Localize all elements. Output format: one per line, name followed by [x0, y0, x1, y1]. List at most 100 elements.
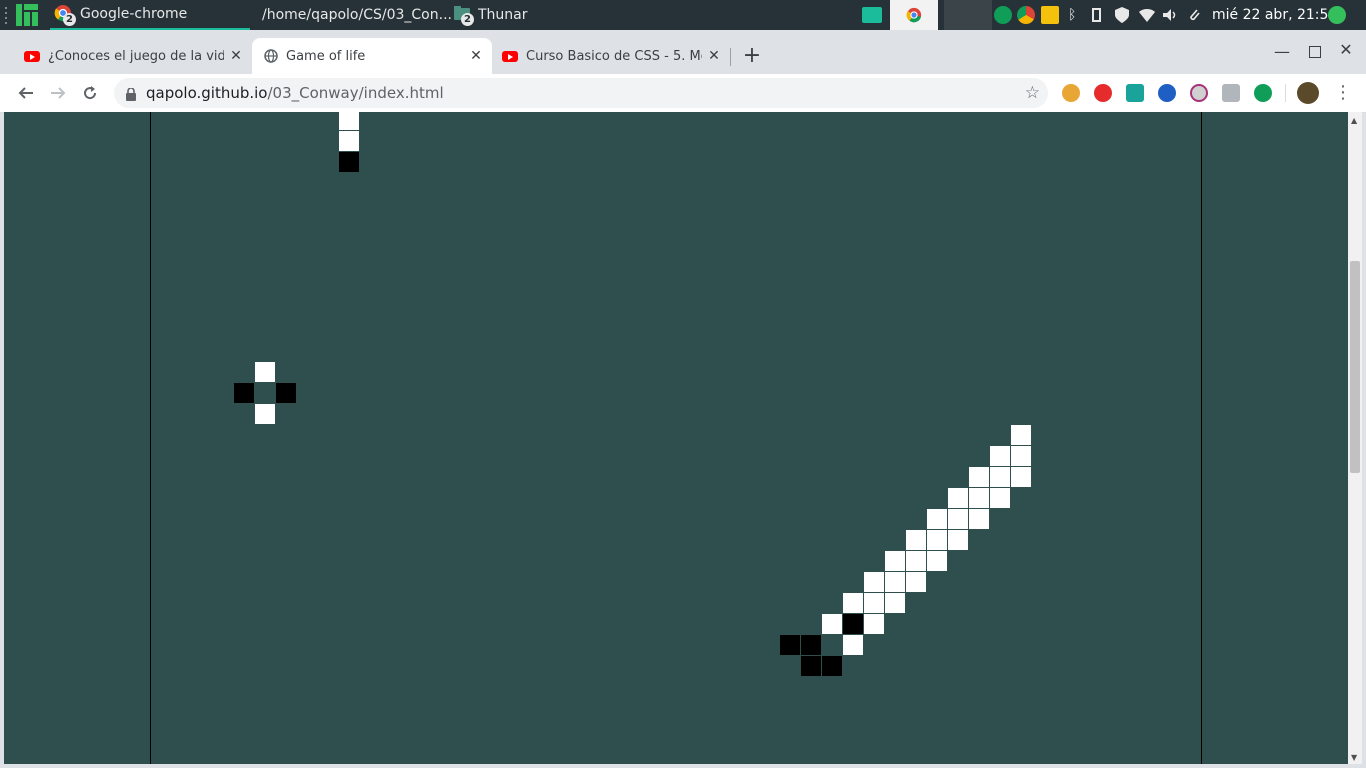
board-right-border: [1201, 112, 1202, 764]
chrome-icon: [906, 7, 922, 23]
chrome-tray-window[interactable]: [890, 0, 938, 30]
wifi-icon[interactable]: [1139, 0, 1155, 30]
new-tab-button[interactable]: +: [740, 44, 764, 68]
extension-vue-icon[interactable]: [1158, 84, 1176, 102]
empty-tray-window[interactable]: [944, 0, 992, 30]
close-tab-icon[interactable]: ✕: [706, 48, 722, 64]
cell-white[interactable]: [843, 593, 863, 613]
cell-white[interactable]: [1011, 467, 1031, 487]
cell-white[interactable]: [969, 509, 989, 529]
cell-white[interactable]: [339, 112, 359, 130]
lock-icon: [126, 86, 136, 101]
window-count-badge: 2: [461, 13, 474, 26]
cell-black[interactable]: [276, 383, 296, 403]
chrome-tray-icon[interactable]: [1017, 0, 1035, 30]
cell-white[interactable]: [1011, 446, 1031, 466]
cell-white[interactable]: [885, 551, 905, 571]
browser-toolbar: qapolo.github.io/03_Conway/index.html ☆ …: [0, 74, 1366, 113]
game-board[interactable]: [4, 112, 1348, 764]
security-shield-icon[interactable]: [1115, 0, 1129, 30]
reload-button[interactable]: [77, 80, 103, 106]
cell-white[interactable]: [948, 509, 968, 529]
volume-icon[interactable]: [1163, 0, 1179, 30]
close-tab-icon[interactable]: ✕: [228, 48, 244, 64]
tab-game-of-life[interactable]: Game of life ✕: [252, 38, 492, 74]
battery-icon[interactable]: [1092, 0, 1101, 30]
bookmark-star-icon[interactable]: ☆: [1025, 83, 1040, 103]
close-window-icon[interactable]: ✕: [1336, 40, 1356, 60]
cell-white[interactable]: [948, 488, 968, 508]
manjaro-menu-icon[interactable]: [14, 0, 40, 30]
page-scrollbar[interactable]: ▲ ▼: [1348, 112, 1362, 764]
cell-white[interactable]: [1011, 425, 1031, 445]
scroll-down-icon[interactable]: ▼: [1351, 753, 1357, 762]
cell-white[interactable]: [843, 635, 863, 655]
cell-white[interactable]: [948, 530, 968, 550]
hangouts-tray-icon[interactable]: [994, 0, 1012, 30]
cell-black[interactable]: [843, 614, 863, 634]
cell-white[interactable]: [255, 362, 275, 382]
cell-white[interactable]: [990, 446, 1010, 466]
taskbar-window-thunar[interactable]: 2 Thunar: [454, 0, 574, 30]
cell-black[interactable]: [339, 152, 359, 172]
youtube-icon: [502, 50, 518, 62]
back-button[interactable]: [13, 80, 39, 106]
cell-white[interactable]: [339, 131, 359, 151]
kebab-menu-icon[interactable]: ⋮: [1334, 82, 1352, 103]
cell-white[interactable]: [906, 551, 926, 571]
extension-adblock-icon[interactable]: [1094, 84, 1112, 102]
close-tab-icon[interactable]: ✕: [468, 48, 484, 64]
chat-tray-icon[interactable]: [862, 0, 882, 30]
scrollbar-thumb[interactable]: [1350, 261, 1360, 473]
taskbar-window-title: Google-chrome: [80, 6, 188, 22]
arrow-right-icon: [51, 87, 66, 99]
address-bar[interactable]: qapolo.github.io/03_Conway/index.html ☆: [114, 78, 1048, 108]
extension-sigma-icon[interactable]: [1126, 84, 1144, 102]
cell-white[interactable]: [969, 467, 989, 487]
cell-black[interactable]: [234, 383, 254, 403]
cell-white[interactable]: [906, 530, 926, 550]
cell-black[interactable]: [780, 635, 800, 655]
toolbar-separator: [1285, 84, 1286, 102]
cell-white[interactable]: [906, 572, 926, 592]
profile-avatar[interactable]: [1297, 82, 1319, 104]
cell-white[interactable]: [864, 572, 884, 592]
cell-white[interactable]: [927, 530, 947, 550]
notes-tray-icon[interactable]: [1041, 0, 1059, 30]
cell-white[interactable]: [864, 614, 884, 634]
extension-download-icon[interactable]: [1190, 84, 1208, 102]
scroll-up-icon[interactable]: ▲: [1351, 116, 1357, 125]
taskbar-window-terminal[interactable]: /home/qapolo/CS/03_Con...: [254, 0, 452, 30]
tab-title: ¿Conoces el juego de la vida de: [48, 48, 224, 64]
cell-white[interactable]: [927, 551, 947, 571]
arrow-left-icon: [18, 87, 33, 99]
clock[interactable]: mié 22 abr, 21:56: [1212, 0, 1337, 30]
attachment-icon[interactable]: [1187, 0, 1201, 30]
cell-white[interactable]: [255, 404, 275, 424]
url-path: /03_Conway/index.html: [267, 84, 444, 102]
cell-white[interactable]: [885, 593, 905, 613]
update-icon[interactable]: [1328, 0, 1346, 30]
taskbar-window-chrome[interactable]: 2 Google-chrome: [50, 0, 250, 30]
extension-window-icon[interactable]: [1222, 84, 1240, 102]
minimize-window-icon[interactable]: —: [1272, 42, 1292, 62]
maximize-window-icon[interactable]: [1304, 42, 1324, 62]
cell-black[interactable]: [822, 656, 842, 676]
cell-white[interactable]: [864, 593, 884, 613]
url-domain: qapolo.github.io: [146, 84, 268, 102]
cell-white[interactable]: [990, 488, 1010, 508]
cell-black[interactable]: [801, 635, 821, 655]
cell-white[interactable]: [927, 509, 947, 529]
chrome-icon: 2: [54, 4, 76, 26]
cell-white[interactable]: [990, 467, 1010, 487]
cell-white[interactable]: [822, 614, 842, 634]
extension-owl-icon[interactable]: [1062, 84, 1080, 102]
tab-youtube-css-course[interactable]: Curso Basico de CSS - 5. Mode ✕: [494, 38, 730, 74]
extension-hangouts-icon[interactable]: [1254, 84, 1272, 102]
forward-button[interactable]: [45, 80, 71, 106]
bluetooth-icon[interactable]: ᛒ: [1068, 0, 1076, 30]
cell-black[interactable]: [801, 656, 821, 676]
cell-white[interactable]: [885, 572, 905, 592]
cell-white[interactable]: [969, 488, 989, 508]
tab-youtube-game-of-life[interactable]: ¿Conoces el juego de la vida de ✕: [16, 38, 252, 74]
